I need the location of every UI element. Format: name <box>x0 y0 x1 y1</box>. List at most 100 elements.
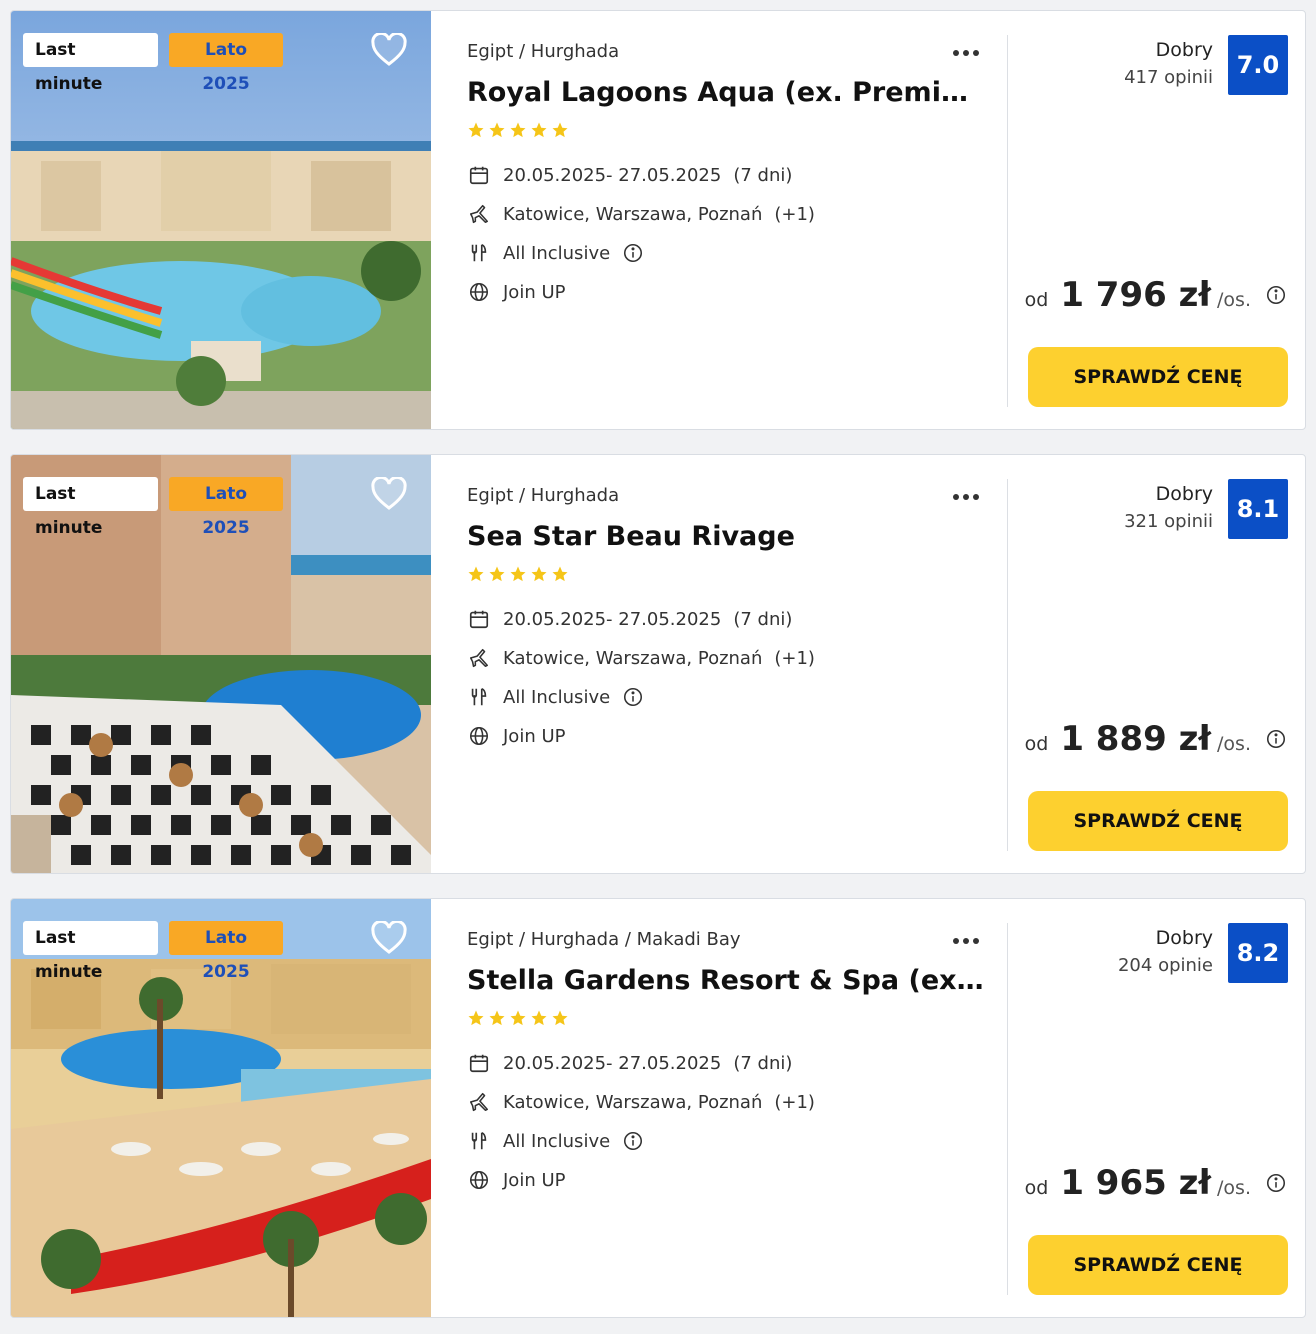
last-minute-badge: Last minute <box>23 477 158 538</box>
price-unit: /os. <box>1217 289 1251 311</box>
price-prefix: od <box>1024 1177 1049 1199</box>
calendar-icon <box>467 163 491 187</box>
star-icon <box>510 566 526 582</box>
hotel-photo[interactable]: Last minute Lato 2025 <box>11 899 431 1317</box>
hotel-stars <box>467 1009 569 1029</box>
rating-score: 7.0 <box>1228 35 1288 95</box>
info-circle-icon[interactable] <box>1265 728 1287 750</box>
departures-row: Katowice, Warszawa, Poznań (+1) <box>467 201 815 227</box>
more-dots-icon[interactable] <box>949 479 983 513</box>
breadcrumb[interactable]: Egipt / Hurghada <box>467 485 619 506</box>
board-text: All Inclusive <box>503 1130 611 1152</box>
check-price-button[interactable]: SPRAWDŹ CENĘ <box>1028 791 1288 851</box>
departures-more[interactable]: (+1) <box>774 204 815 225</box>
board-row: All Inclusive <box>467 1128 644 1154</box>
rating-word: Dobry <box>1155 39 1213 61</box>
hotel-title[interactable]: Royal Lagoons Aqua (ex. Premium B… <box>467 77 987 108</box>
star-icon <box>510 122 526 138</box>
breadcrumb[interactable]: Egipt / Hurghada <box>467 41 619 62</box>
last-minute-badge: Last minute <box>23 33 158 94</box>
check-price-button[interactable]: SPRAWDŹ CENĘ <box>1028 347 1288 407</box>
star-icon <box>531 1010 547 1026</box>
rating-word: Dobry <box>1155 483 1213 505</box>
price-amount: 1 965 zł <box>1060 1163 1212 1203</box>
rating-count[interactable]: 321 opinii <box>1124 511 1213 532</box>
rating-count[interactable]: 204 opinie <box>1118 955 1213 976</box>
board-row: All Inclusive <box>467 240 644 266</box>
star-icon <box>531 122 547 138</box>
star-icon <box>468 566 484 582</box>
globe-icon <box>467 280 491 304</box>
card-divider <box>1007 479 1008 851</box>
board-text: All Inclusive <box>503 686 611 708</box>
offer-card[interactable]: Last minute Lato 2025 Egipt / Hurghada S… <box>10 454 1306 874</box>
price-block: od 1 796 zł /os. <box>1025 275 1287 315</box>
operator-row: Join UP <box>467 723 565 749</box>
departures-text: Katowice, Warszawa, Poznań <box>503 203 763 225</box>
rating-count[interactable]: 417 opinii <box>1124 67 1213 88</box>
star-icon <box>552 566 568 582</box>
star-icon <box>552 122 568 138</box>
star-icon <box>468 122 484 138</box>
offer-card[interactable]: Last minute Lato 2025 Egipt / Hurghada /… <box>10 898 1306 1318</box>
hotel-photo[interactable]: Last minute Lato 2025 <box>11 455 431 873</box>
cutlery-icon <box>467 1129 491 1153</box>
offer-card[interactable]: Last minute Lato 2025 Egipt / Hurghada R… <box>10 10 1306 430</box>
heart-outline-icon[interactable] <box>371 921 407 955</box>
departures-text: Katowice, Warszawa, Poznań <box>503 647 763 669</box>
hotel-photo[interactable]: Last minute Lato 2025 <box>11 11 431 429</box>
star-icon <box>510 1010 526 1026</box>
operator-text: Join UP <box>503 725 566 747</box>
info-circle-icon[interactable] <box>1265 1172 1287 1194</box>
operator-row: Join UP <box>467 279 565 305</box>
star-icon <box>468 1010 484 1026</box>
cutlery-icon <box>467 685 491 709</box>
star-icon <box>531 566 547 582</box>
dates-text: 20.05.2025- 27.05.2025 <box>503 1052 722 1074</box>
card-divider <box>1007 35 1008 407</box>
more-dots-icon[interactable] <box>949 923 983 957</box>
season-badge: Lato 2025 <box>169 921 283 982</box>
season-badge: Lato 2025 <box>169 477 283 538</box>
star-icon <box>489 1010 505 1026</box>
cutlery-icon <box>467 241 491 265</box>
departures-row: Katowice, Warszawa, Poznań (+1) <box>467 1089 815 1115</box>
heart-outline-icon[interactable] <box>371 33 407 67</box>
breadcrumb[interactable]: Egipt / Hurghada / Makadi Bay <box>467 929 741 950</box>
departures-text: Katowice, Warszawa, Poznań <box>503 1091 763 1113</box>
departures-row: Katowice, Warszawa, Poznań (+1) <box>467 645 815 671</box>
hotel-stars <box>467 121 569 141</box>
price-amount: 1 889 zł <box>1060 719 1212 759</box>
season-badge: Lato 2025 <box>169 33 283 94</box>
heart-outline-icon[interactable] <box>371 477 407 511</box>
departures-more[interactable]: (+1) <box>774 1092 815 1113</box>
plane-icon <box>467 1090 491 1114</box>
price-unit: /os. <box>1217 733 1251 755</box>
operator-row: Join UP <box>467 1167 565 1193</box>
rating-score: 8.2 <box>1228 923 1288 983</box>
info-circle-icon[interactable] <box>1265 284 1287 306</box>
dates-text: 20.05.2025- 27.05.2025 <box>503 164 722 186</box>
more-dots-icon[interactable] <box>949 35 983 69</box>
info-circle-icon[interactable] <box>622 1130 644 1152</box>
star-icon <box>489 122 505 138</box>
rating-word: Dobry <box>1155 927 1213 949</box>
duration-text: (7 dni) <box>733 164 793 186</box>
globe-icon <box>467 1168 491 1192</box>
dates-row: 20.05.2025- 27.05.2025 (7 dni) <box>467 606 792 632</box>
price-block: od 1 965 zł /os. <box>1025 1163 1287 1203</box>
duration-text: (7 dni) <box>733 608 793 630</box>
hotel-title[interactable]: Stella Gardens Resort & Spa (ex Stell… <box>467 965 987 996</box>
board-text: All Inclusive <box>503 242 611 264</box>
plane-icon <box>467 646 491 670</box>
info-circle-icon[interactable] <box>622 686 644 708</box>
info-circle-icon[interactable] <box>622 242 644 264</box>
star-icon <box>489 566 505 582</box>
globe-icon <box>467 724 491 748</box>
operator-text: Join UP <box>503 281 566 303</box>
check-price-button[interactable]: SPRAWDŹ CENĘ <box>1028 1235 1288 1295</box>
departures-more[interactable]: (+1) <box>774 648 815 669</box>
calendar-icon <box>467 607 491 631</box>
hotel-title[interactable]: Sea Star Beau Rivage <box>467 521 987 552</box>
calendar-icon <box>467 1051 491 1075</box>
